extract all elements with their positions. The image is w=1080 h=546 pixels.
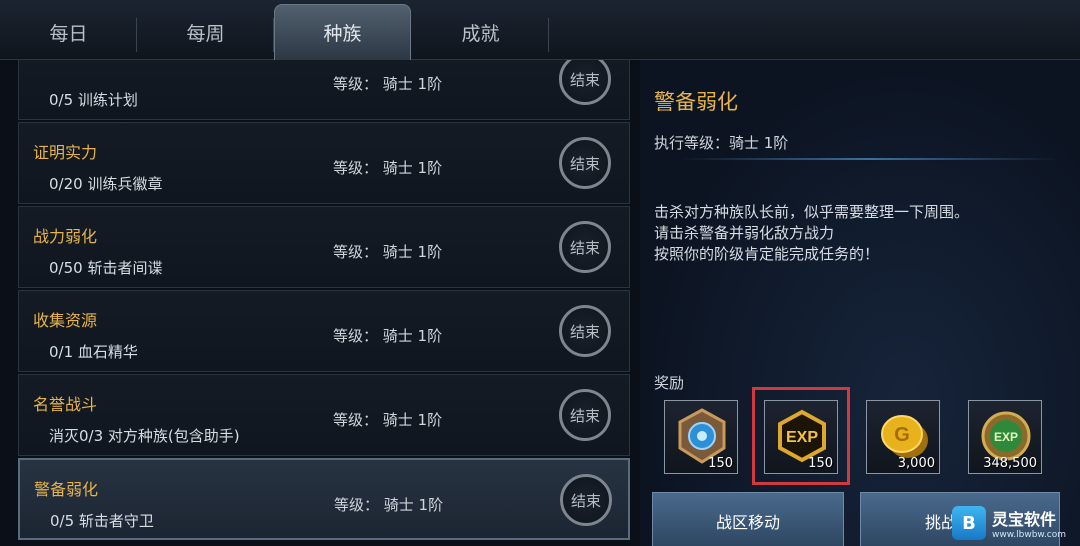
quest-progress: 0/5 训练计划 xyxy=(49,91,138,109)
end-button[interactable]: 结束 xyxy=(559,137,611,189)
watermark-name: 灵宝软件 xyxy=(992,510,1057,529)
quest-row[interactable]: 收集资源 0/1 血石精华 等级： 骑士 1阶 结束 xyxy=(18,290,630,372)
quest-row[interactable]: 战力弱化 0/50 斩击者间谍 等级： 骑士 1阶 结束 xyxy=(18,206,630,288)
reward-item-gold[interactable]: G 3,000 xyxy=(866,400,940,474)
svg-text:G: G xyxy=(894,424,910,446)
quest-detail-panel: 警备弱化 执行等级：骑士 1阶 击杀对方种族队长前，似乎需要整理一下周围。 请击… xyxy=(640,60,1080,546)
description-line: 按照你的阶级肯定能完成任务的！ xyxy=(654,245,880,263)
detail-description: 击杀对方种族队长前，似乎需要整理一下周围。 请击杀警备并弱化敌方战力 按照你的阶… xyxy=(654,202,969,265)
watermark-url: www.lbwbw.com xyxy=(992,530,1067,540)
highlight-box xyxy=(752,387,850,485)
end-button[interactable]: 结束 xyxy=(559,305,611,357)
end-button[interactable]: 结束 xyxy=(559,389,611,441)
watermark-logo-icon: B xyxy=(952,506,986,540)
quest-row[interactable]: 0/5 训练计划 等级： 骑士 1阶 结束 xyxy=(18,60,630,120)
quest-level: 等级： 骑士 1阶 xyxy=(333,159,443,177)
detail-exec-level: 执行等级：骑士 1阶 xyxy=(654,134,789,152)
end-button[interactable]: 结束 xyxy=(559,221,611,273)
tab-achievement[interactable]: 成就 xyxy=(412,4,549,60)
quest-level: 等级： 骑士 1阶 xyxy=(334,496,444,514)
quest-progress: 0/5 斩击者守卫 xyxy=(50,512,154,530)
reward-count: 150 xyxy=(708,456,733,471)
quest-row[interactable]: 名誉战斗 消灭0/3 对方种族(包含助手) 等级： 骑士 1阶 结束 xyxy=(18,374,630,456)
reward-label: 奖励 xyxy=(654,374,685,392)
quest-progress: 0/50 斩击者间谍 xyxy=(49,259,163,277)
end-button[interactable]: 结束 xyxy=(559,60,611,105)
quest-row[interactable]: 证明实力 0/20 训练兵徽章 等级： 骑士 1阶 结束 xyxy=(18,122,630,204)
quest-name: 战力弱化 xyxy=(33,227,98,246)
quest-row-selected[interactable]: 警备弱化 0/5 斩击者守卫 等级： 骑士 1阶 结束 xyxy=(18,458,630,540)
quest-level: 等级： 骑士 1阶 xyxy=(333,327,443,345)
tab-bar: 每日 每周 种族 成就 xyxy=(0,0,1080,60)
reward-count: 348,500 xyxy=(983,456,1037,471)
description-line: 请击杀警备并弱化敌方战力 xyxy=(654,224,835,242)
watermark: B 灵宝软件 www.lbwbw.com xyxy=(952,500,1080,546)
reward-item-medal[interactable]: 150 xyxy=(664,400,738,474)
detail-title: 警备弱化 xyxy=(654,90,738,114)
divider xyxy=(680,158,1060,160)
quest-level: 等级： 骑士 1阶 xyxy=(333,75,443,93)
quest-name: 证明实力 xyxy=(33,143,98,162)
quest-level: 等级： 骑士 1阶 xyxy=(333,243,443,261)
zone-move-button[interactable]: 战区移动 xyxy=(652,492,844,546)
quest-level: 等级： 骑士 1阶 xyxy=(333,411,443,429)
tab-daily[interactable]: 每日 xyxy=(0,4,137,60)
svg-text:EXP: EXP xyxy=(994,430,1018,444)
tab-race[interactable]: 种族 xyxy=(274,4,411,60)
quest-name: 收集资源 xyxy=(33,311,98,330)
quest-progress: 0/20 训练兵徽章 xyxy=(49,175,163,193)
tab-weekly[interactable]: 每周 xyxy=(137,4,274,60)
description-line: 击杀对方种族队长前，似乎需要整理一下周围。 xyxy=(654,203,970,221)
quest-list[interactable]: 0/5 训练计划 等级： 骑士 1阶 结束 证明实力 0/20 训练兵徽章 等级… xyxy=(18,60,632,546)
reward-count: 3,000 xyxy=(897,456,935,471)
reward-item-exp-orb[interactable]: EXP 348,500 xyxy=(968,400,1042,474)
quest-progress: 消灭0/3 对方种族(包含助手) xyxy=(49,427,240,445)
quest-name: 名誉战斗 xyxy=(33,395,98,414)
quest-name: 警备弱化 xyxy=(34,480,99,499)
quest-progress: 0/1 血石精华 xyxy=(49,343,138,361)
end-button[interactable]: 结束 xyxy=(560,474,612,526)
